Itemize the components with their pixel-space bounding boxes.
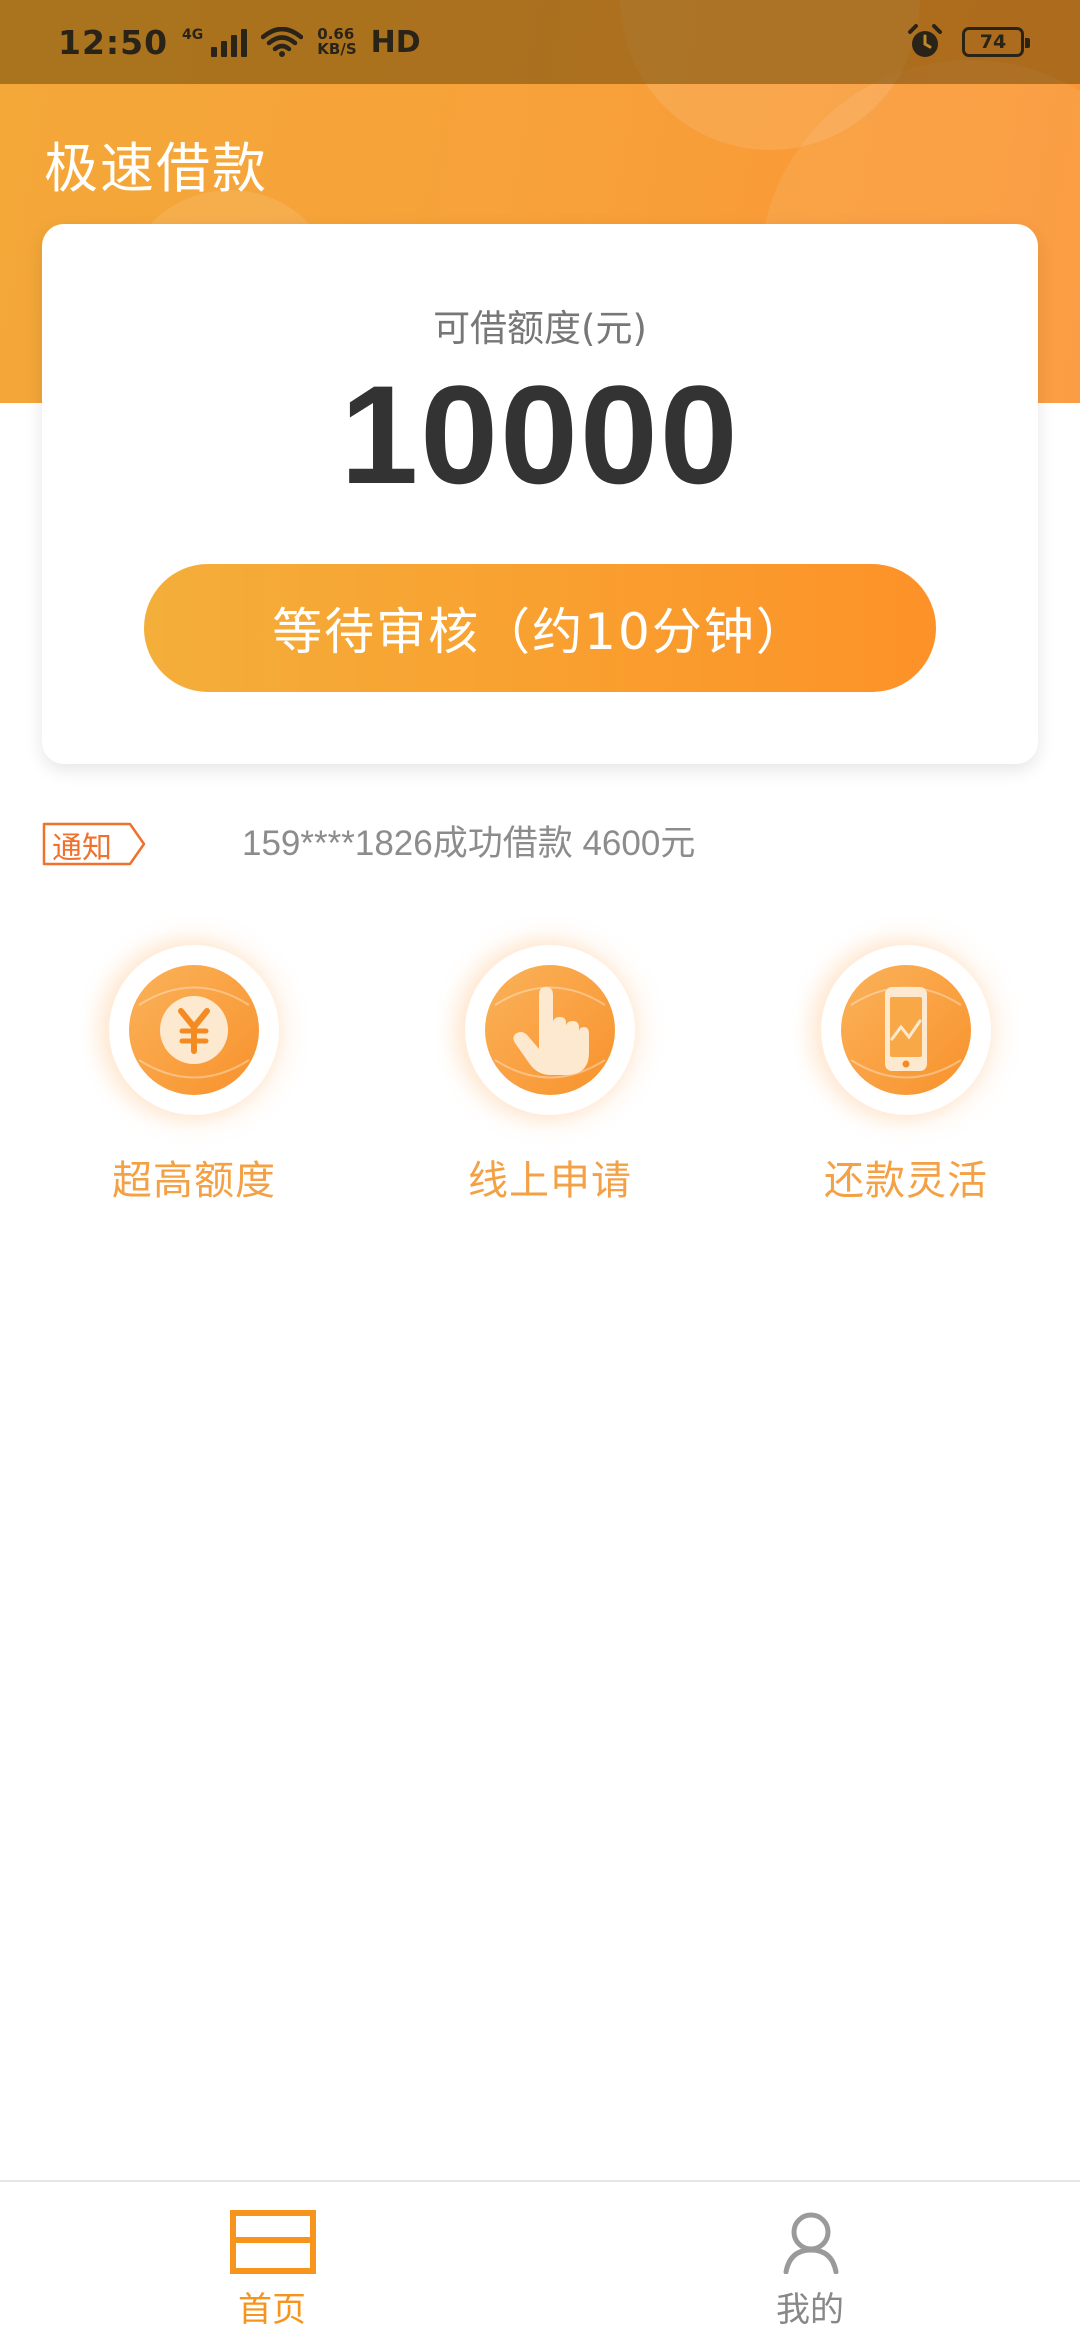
app-screen: 12:50 4G 0.66 KB/S HD 74 极速借款 可借额度(元) 10… [0, 0, 1080, 2340]
speed-unit: KB/S [317, 40, 357, 58]
yuan-coin-icon [129, 965, 259, 1095]
feature-high-limit[interactable]: 超高额度 [64, 930, 304, 1210]
feature-flexible-repayment[interactable]: 还款灵活 [776, 930, 1016, 1210]
battery-level: 74 [979, 31, 1007, 53]
feature-list: 超高额度 线上申请 还款灵活 [0, 930, 1080, 1210]
page-title: 极速借款 [44, 137, 268, 200]
status-bar: 12:50 4G 0.66 KB/S HD 74 [0, 0, 1080, 84]
nav-item-home[interactable]: 首页 [152, 2182, 392, 2340]
nav-label-mine: 我的 [776, 2290, 844, 2330]
person-icon [783, 2212, 839, 2274]
notice-bar: 通知 159****1826成功借款 4600元 [42, 820, 1038, 868]
status-left: 12:50 4G 0.66 KB/S HD [58, 23, 421, 62]
home-icon [230, 2210, 316, 2274]
nav-label-home: 首页 [238, 2290, 306, 2330]
nav-item-mine[interactable]: 我的 [690, 2182, 930, 2340]
pending-review-button[interactable]: 等待审核（约10分钟） [144, 564, 936, 692]
credit-limit-label: 可借额度(元) [433, 307, 647, 350]
cell-signal-icon: 4G [182, 27, 248, 57]
phone-chart-icon [841, 965, 971, 1095]
feature-label: 线上申请 [468, 1158, 632, 1204]
feature-label: 还款灵活 [824, 1158, 988, 1204]
network-speed: 0.66 KB/S [317, 27, 356, 57]
status-right: 74 [906, 23, 1030, 61]
credit-limit-card: 可借额度(元) 10000 等待审核（约10分钟） [42, 224, 1038, 764]
alarm-clock-icon [908, 24, 942, 57]
network-type: 4G [182, 27, 204, 43]
notice-message[interactable]: 159****1826成功借款 4600元 [242, 820, 695, 868]
tap-hand-icon [485, 965, 615, 1095]
bottom-navigation: 首页 我的 [0, 2180, 1080, 2340]
battery-icon: 74 [962, 27, 1030, 57]
hd-indicator: HD [370, 24, 421, 60]
credit-limit-amount: 10000 [340, 356, 740, 513]
notice-badge-label: 通知 [52, 831, 112, 866]
status-time: 12:50 [58, 22, 169, 62]
wifi-icon [261, 27, 304, 57]
feature-online-apply[interactable]: 线上申请 [420, 930, 660, 1210]
feature-label: 超高额度 [112, 1158, 276, 1204]
